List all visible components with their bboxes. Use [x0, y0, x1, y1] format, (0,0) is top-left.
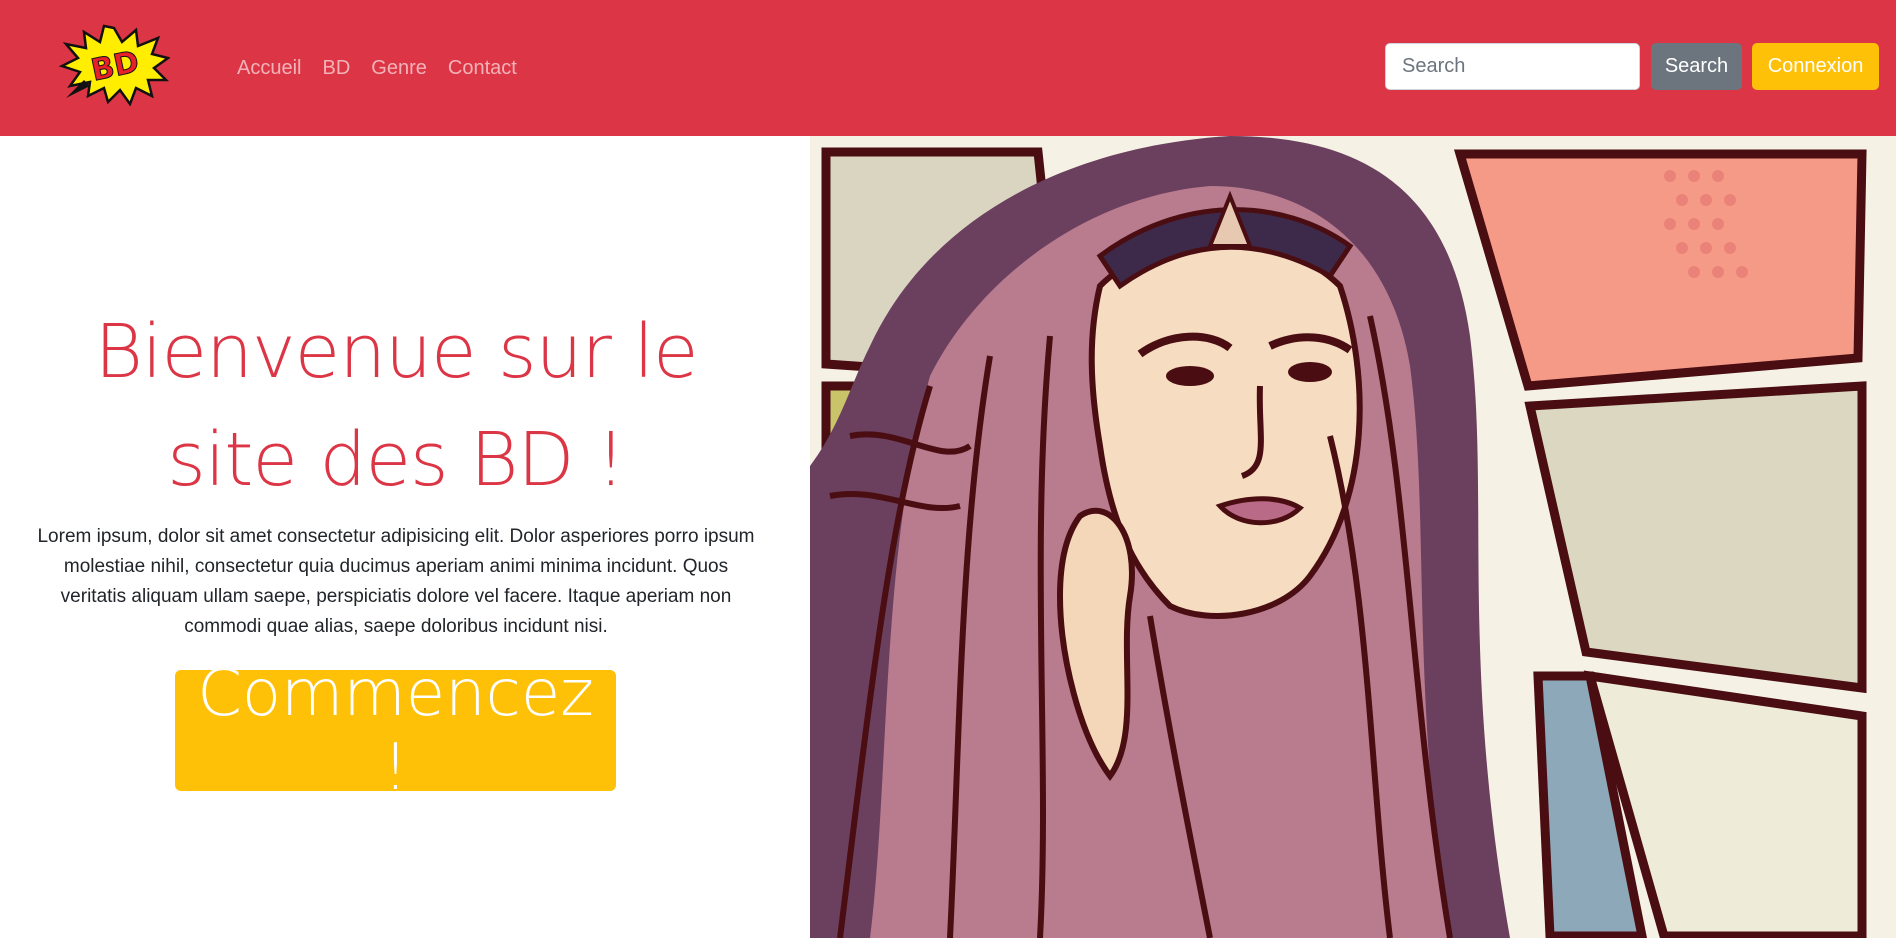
- search-button[interactable]: Search: [1651, 43, 1742, 90]
- hero-image: [810, 136, 1896, 938]
- login-button[interactable]: Connexion: [1752, 43, 1879, 90]
- start-button[interactable]: Commencez !: [175, 657, 616, 805]
- brand-logo[interactable]: BD: [58, 24, 171, 107]
- nav-link-genre[interactable]: Genre: [371, 56, 427, 80]
- nav-link-bd[interactable]: BD: [322, 56, 350, 80]
- hero-section: Bienvenue sur le site des BD ! Lorem ips…: [0, 136, 792, 938]
- hero-title: Bienvenue sur le site des BD !: [20, 298, 772, 514]
- hero-description: Lorem ipsum, dolor sit amet consectetur …: [37, 526, 755, 637]
- nav-link-accueil[interactable]: Accueil: [237, 56, 301, 80]
- nav-link-contact[interactable]: Contact: [448, 56, 517, 80]
- search-input[interactable]: [1385, 43, 1640, 90]
- comic-heroine-illustration-icon: [810, 136, 1896, 938]
- hero-title-line1: Bienvenue sur le: [94, 309, 698, 395]
- navbar: BD Accueil BD Genre Contact Search Conne…: [0, 0, 1896, 136]
- nav-links: Accueil BD Genre Contact: [237, 56, 538, 80]
- hero-title-line2: site des BD !: [167, 417, 625, 503]
- comic-burst-logo-icon: BD: [58, 24, 171, 107]
